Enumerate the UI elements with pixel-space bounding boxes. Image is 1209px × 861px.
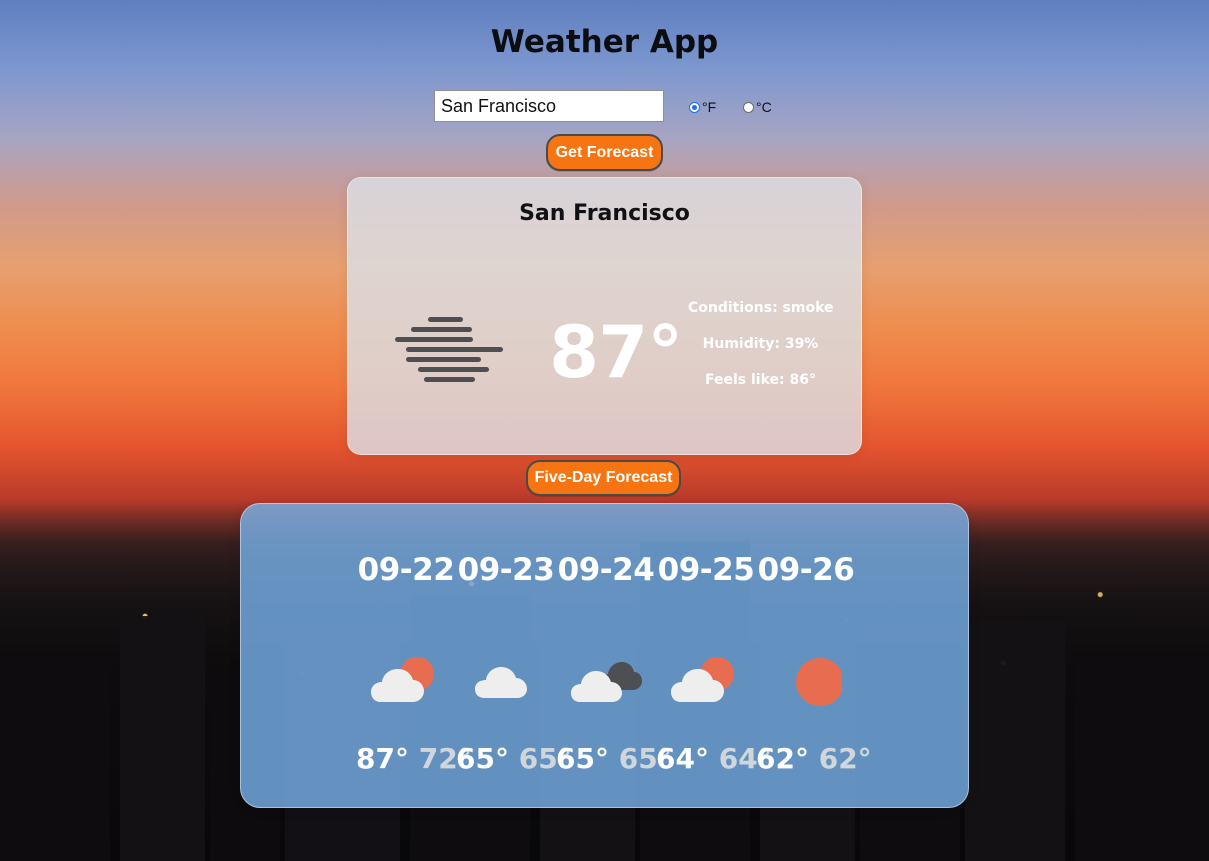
forecast-temps: 62° 62° xyxy=(756,742,872,775)
forecast-high: 65° xyxy=(456,742,509,775)
search-controls: °F °C xyxy=(434,90,794,124)
forecast-high: 87° xyxy=(356,742,409,775)
humidity-text: Humidity: 39% xyxy=(702,336,819,352)
feels-like-text: Feels like: 86° xyxy=(705,372,816,388)
forecast-day-3: 09-24 65° 65° xyxy=(556,504,672,807)
forecast-temps: 87° 72° xyxy=(356,742,472,775)
current-temperature: 87° xyxy=(549,310,683,394)
page-title: Weather App xyxy=(490,24,719,60)
forecast-high: 62° xyxy=(756,742,809,775)
cloudy-icon xyxy=(475,667,527,698)
overcast-icon xyxy=(571,662,642,702)
five-day-forecast-panel: 09-22 87° 72° 09-23 65° 65° 09-24 65° 65… xyxy=(240,503,969,808)
forecast-low: 62° xyxy=(818,742,872,775)
fahrenheit-option[interactable]: °F xyxy=(689,99,716,115)
current-details: Conditions: smoke Humidity: 39% Feels li… xyxy=(688,299,834,407)
forecast-date: 09-25 xyxy=(657,552,755,588)
current-weather-card: San Francisco 87° Conditions: smoke Humi… xyxy=(347,177,862,455)
forecast-temps: 64° 64° xyxy=(656,742,772,775)
forecast-high: 65° xyxy=(556,742,609,775)
forecast-date: 09-23 xyxy=(457,552,555,588)
forecast-day-2: 09-23 65° 65° xyxy=(456,504,572,807)
forecast-temps: 65° 65° xyxy=(556,742,672,775)
forecast-day-4: 09-25 64° 64° xyxy=(656,504,772,807)
five-day-forecast-button[interactable]: Five-Day Forecast xyxy=(526,460,681,496)
forecast-date: 09-22 xyxy=(357,552,455,588)
celsius-label: °C xyxy=(756,99,772,115)
forecast-day-5: 09-26 62° 62° xyxy=(756,504,872,807)
forecast-date: 09-26 xyxy=(757,552,855,588)
smoke-icon xyxy=(395,317,503,382)
partly-sunny-icon xyxy=(671,657,734,702)
conditions-text: Conditions: smoke xyxy=(688,300,834,316)
celsius-radio[interactable] xyxy=(743,101,754,113)
forecast-date: 09-24 xyxy=(557,552,655,588)
celsius-option[interactable]: °C xyxy=(743,99,772,115)
get-forecast-button[interactable]: Get Forecast xyxy=(546,134,663,171)
partly-sunny-icon xyxy=(371,657,434,702)
forecast-temps: 65° 65° xyxy=(456,742,572,775)
city-search-input[interactable] xyxy=(434,90,664,122)
fahrenheit-label: °F xyxy=(702,99,717,115)
forecast-day-1: 09-22 87° 72° xyxy=(356,504,472,807)
current-city-name: San Francisco xyxy=(519,201,690,226)
forecast-high: 64° xyxy=(656,742,709,775)
fahrenheit-radio[interactable] xyxy=(689,101,700,113)
sunny-icon xyxy=(796,658,842,706)
